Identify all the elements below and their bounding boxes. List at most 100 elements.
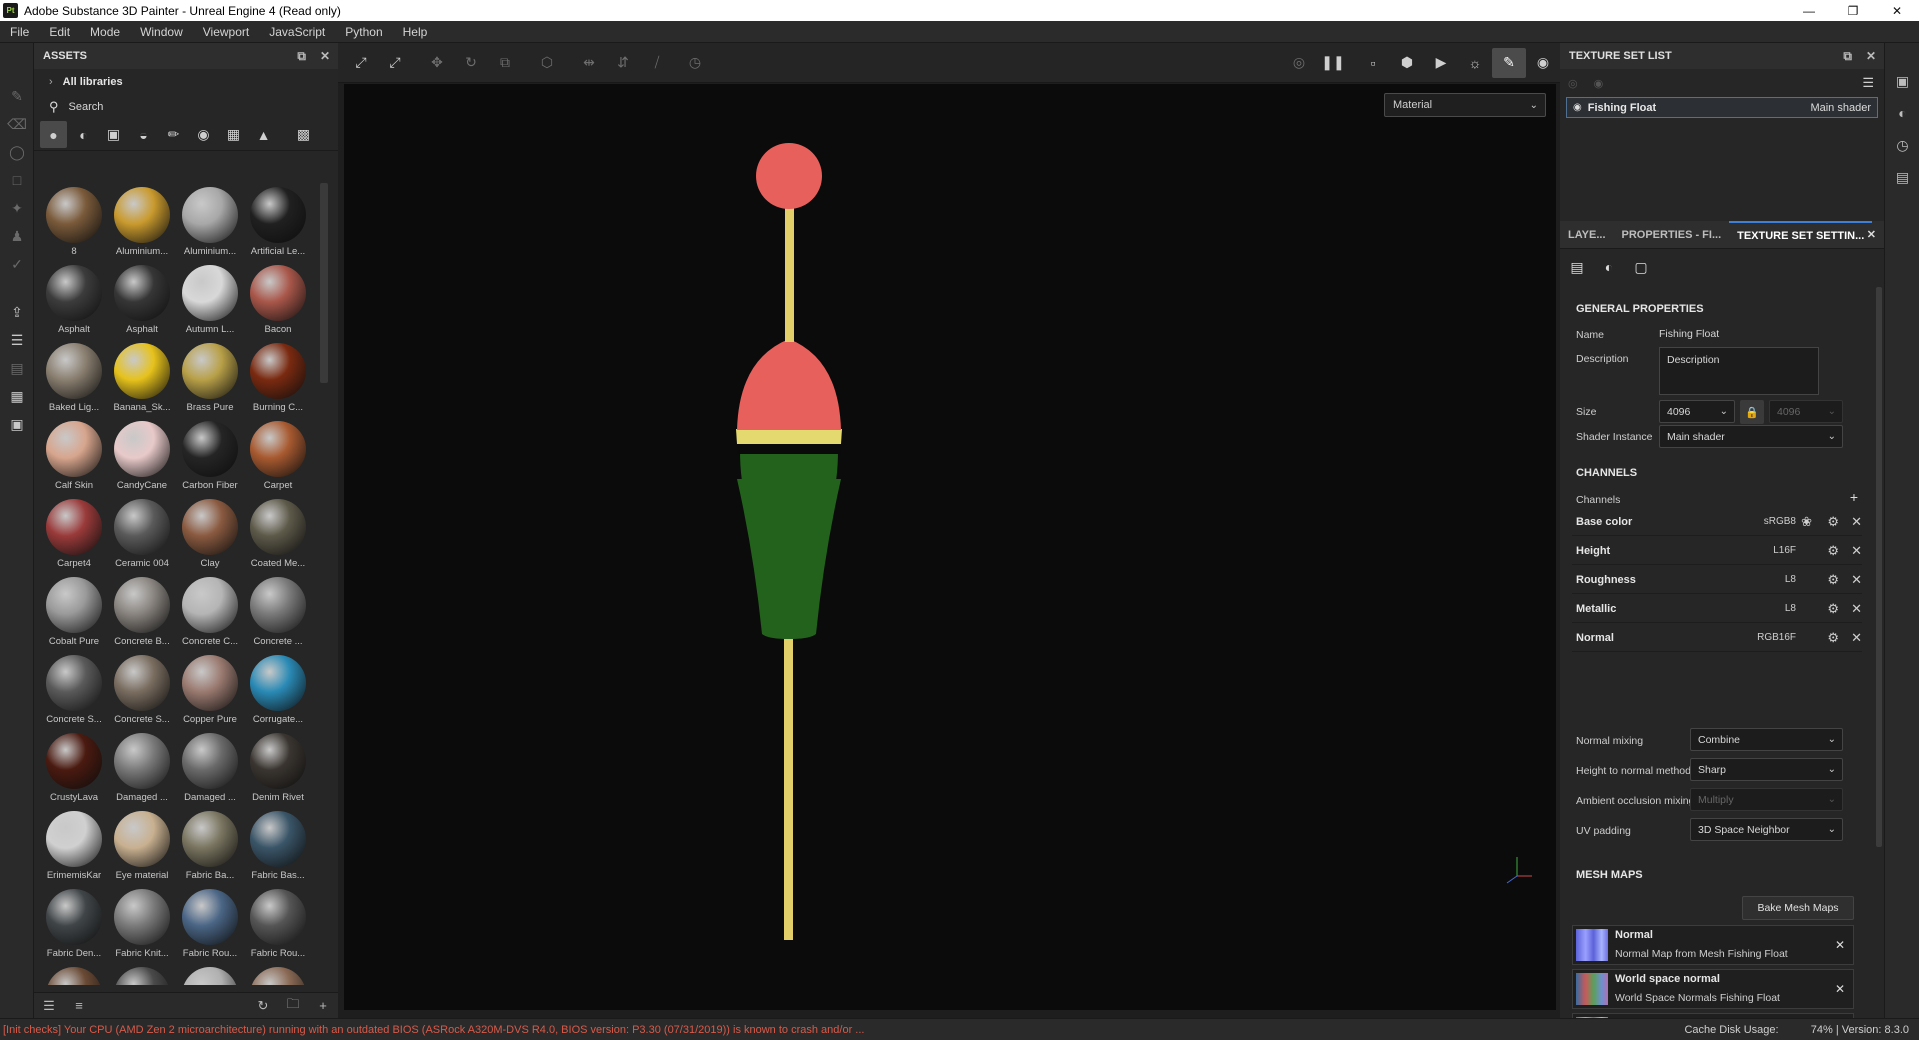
visibility-icon[interactable]: ◉ [1594,77,1604,90]
grid-view-icon[interactable]: ▩ [290,121,317,148]
asset-item[interactable]: Concrete S... [108,651,176,729]
export-icon[interactable]: ⇪ [0,298,34,326]
asset-item[interactable]: Ceramic 004 [108,495,176,573]
smudge-icon[interactable]: ✦ [0,194,34,222]
bake-icon[interactable]: ☰ [0,326,34,354]
close-icon[interactable]: ✕ [1875,0,1919,21]
add-icon[interactable]: + [308,998,338,1013]
shader-settings-icon[interactable]: ◐ [1885,97,1919,129]
gear-icon[interactable]: ⚙ [1827,514,1839,530]
asset-item[interactable]: Concrete C... [176,573,244,651]
channel-format[interactable]: sRGB8 [1764,516,1796,527]
smart-materials-filter-icon[interactable]: ◐ [70,121,97,148]
close-icon[interactable]: ✕ [1835,938,1845,952]
material-icon[interactable]: ◐ [1597,255,1621,279]
close-icon[interactable]: ✕ [1851,543,1862,559]
asset-item[interactable]: Damaged ... [176,729,244,807]
asset-item[interactable]: Fabric Bas... [244,807,312,885]
asset-item[interactable]: Concrete ... [244,573,312,651]
asset-item[interactable]: Carbon Fiber [176,417,244,495]
viewport-mode-dropdown[interactable]: Material ⌄ [1384,93,1546,117]
clone-icon[interactable]: ♟ [0,222,34,250]
display-settings-icon[interactable]: ▦ [0,382,34,410]
asset-item[interactable]: Asphalt [40,261,108,339]
asset-item[interactable]: Eye material [108,807,176,885]
asset-item[interactable]: Carpet4 [40,495,108,573]
asset-item[interactable]: Concrete B... [108,573,176,651]
asset-item[interactable]: CandyCane [108,417,176,495]
channel-format[interactable]: L16F [1773,545,1796,556]
asset-item[interactable]: Burning C... [244,339,312,417]
tab-layers[interactable]: LAYE... [1560,221,1614,249]
transform-uv-icon[interactable]: ⤢ [344,48,378,78]
environment-icon[interactable]: ☼ [1458,48,1492,78]
mesh-map-world-space-normal[interactable]: World space normal World Space Normals F… [1572,969,1854,1009]
layers-icon[interactable]: ▤ [0,354,34,382]
close-panel-icon[interactable]: ✕ [320,49,330,64]
close-icon[interactable]: ✕ [1851,572,1862,588]
asset-item[interactable]: 8 [40,183,108,261]
properties-scrollbar[interactable] [1874,285,1884,1018]
pause-icon[interactable]: ❚❚ [1316,48,1350,78]
close-icon[interactable]: ✕ [1851,514,1862,530]
channel-row-normal[interactable]: Normal RGB16F ⚙ ✕ [1572,624,1862,652]
menu-mode[interactable]: Mode [80,25,130,39]
asset-item[interactable] [176,963,244,985]
description-field[interactable]: Description [1659,347,1819,395]
asset-item[interactable] [108,963,176,985]
brushes-filter-icon[interactable]: ✏ [160,121,187,148]
tab-properties[interactable]: PROPERTIES - FI... [1614,221,1730,249]
history-icon[interactable]: ◷ [1885,129,1919,161]
menu-javascript[interactable]: JavaScript [259,25,335,39]
asset-item[interactable]: Clay [176,495,244,573]
history-icon[interactable]: ◷ [678,48,712,78]
assets-scrollbar[interactable] [320,183,328,383]
materials-filter-icon[interactable]: ● [40,121,67,148]
projection-icon[interactable]: ◯ [0,138,34,166]
asset-item[interactable]: Fabric Ba... [176,807,244,885]
menu-python[interactable]: Python [335,25,392,39]
textures-filter-icon[interactable]: ▦ [220,121,247,148]
masks-filter-icon[interactable]: ▣ [100,121,127,148]
asset-item[interactable]: Bacon [244,261,312,339]
transform-options-icon[interactable]: ⤢ [378,48,412,78]
paint-mode-icon[interactable]: ✎ [1492,47,1526,78]
asset-item[interactable]: Autumn L... [176,261,244,339]
scale-icon[interactable]: ⧉ [488,48,522,78]
3d-viewport[interactable] [344,84,1556,1010]
texture-set-shader[interactable]: Main shader [1810,102,1871,114]
add-channel-icon[interactable]: + [1850,489,1858,505]
status-warning-message[interactable]: [Init checks] Your CPU (AMD Zen 2 microa… [0,1024,864,1036]
close-panel-icon[interactable]: ✕ [1866,49,1876,64]
move-icon[interactable]: ✥ [420,48,454,78]
channel-format[interactable]: L8 [1785,574,1796,585]
list-view-icon[interactable]: ☰ [34,998,64,1014]
asset-item[interactable]: Fabric Den... [40,885,108,963]
close-icon[interactable]: ✕ [1851,601,1862,617]
channel-format[interactable]: L8 [1785,603,1796,614]
asset-item[interactable]: Aluminium... [108,183,176,261]
folder-icon[interactable]: 🗀 [278,995,308,1017]
close-icon[interactable]: ✕ [1867,228,1876,241]
gear-icon[interactable]: ⚙ [1827,630,1839,646]
color-profile-icon[interactable]: ❀ [1801,514,1812,530]
gear-icon[interactable]: ⚙ [1827,601,1839,617]
environments-filter-icon[interactable]: ▲ [250,121,277,148]
menu-viewport[interactable]: Viewport [193,25,259,39]
library-selector[interactable]: › All libraries [34,69,338,95]
particles-filter-icon[interactable]: ◉ [190,121,217,148]
restore-icon[interactable]: ❐ [1831,0,1875,21]
rotate-icon[interactable]: ↻ [454,48,488,78]
uv-icon[interactable]: ▢ [1629,255,1653,279]
eraser-icon[interactable]: ⌫ [0,110,34,138]
channel-row-height[interactable]: Height L16F ⚙ ✕ [1572,537,1862,565]
float-panel-icon[interactable]: ⧉ [297,49,306,64]
visibility-off-icon[interactable]: ◎ [1568,77,1578,90]
lock-icon[interactable]: 🔒 [1740,400,1764,424]
hamburger-menu-icon[interactable]: ☰ [1862,75,1874,91]
mirror-x-icon[interactable]: ⇹ [572,48,606,78]
minimize-icon[interactable]: — [1787,0,1831,21]
mirror-y-icon[interactable]: ⇵ [606,48,640,78]
cube-icon[interactable]: ⬡ [530,48,564,78]
channel-row-metallic[interactable]: Metallic L8 ⚙ ✕ [1572,595,1862,623]
